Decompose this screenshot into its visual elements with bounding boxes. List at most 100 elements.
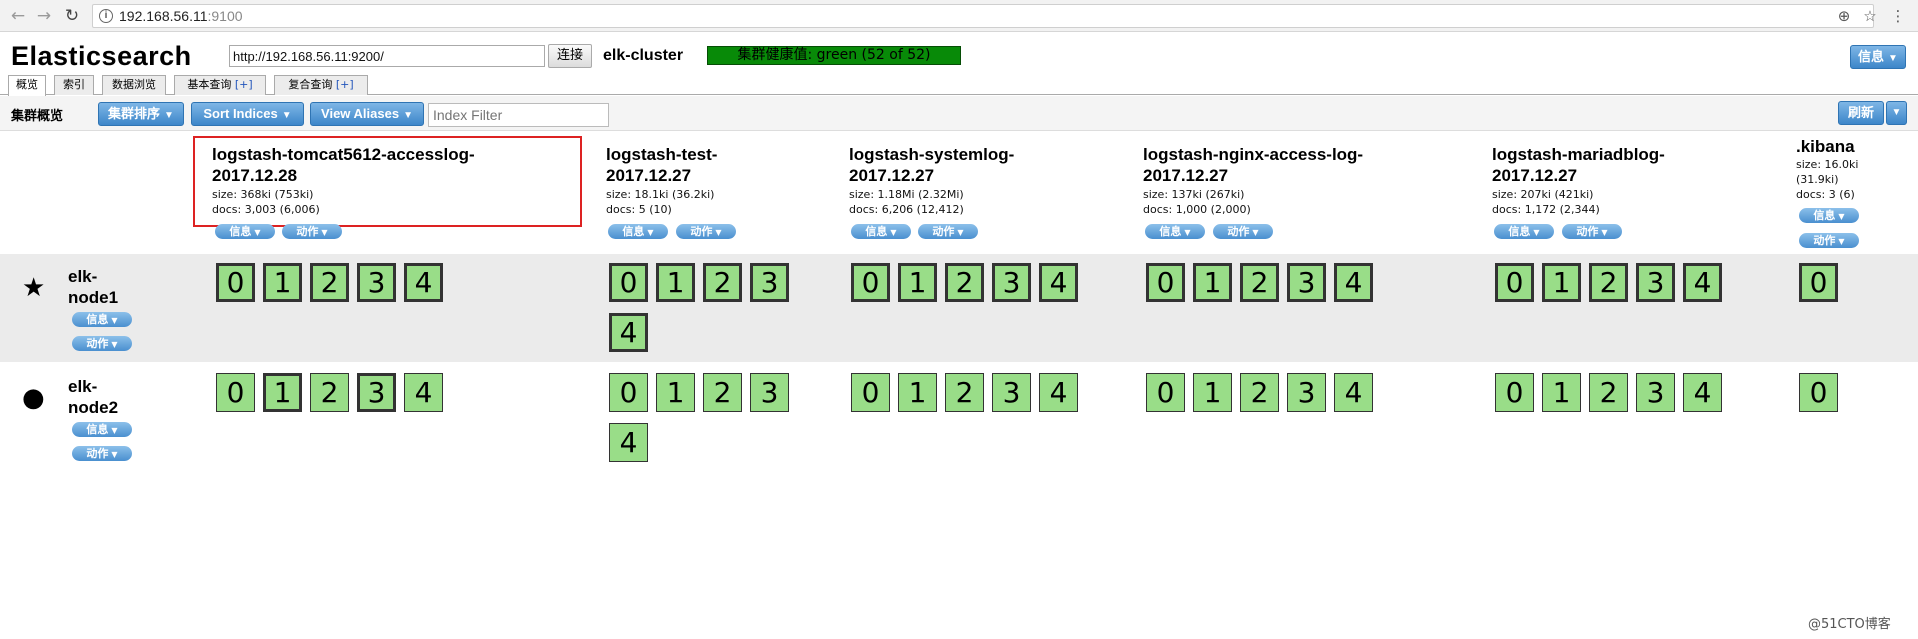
shard[interactable]: 3	[992, 373, 1031, 412]
shard[interactable]: 0	[216, 263, 255, 302]
shard[interactable]: 0	[1495, 263, 1534, 302]
shard[interactable]: 3	[750, 263, 789, 302]
tab-overview[interactable]: 概览	[8, 75, 46, 96]
shard[interactable]: 2	[1589, 263, 1628, 302]
refresh-dropdown-button[interactable]: ▼	[1886, 101, 1907, 125]
cluster-url-input[interactable]	[229, 45, 545, 67]
chevron-down-icon: ▼	[1184, 228, 1191, 237]
shard[interactable]: 0	[851, 263, 890, 302]
shard[interactable]: 1	[898, 263, 937, 302]
index-name: logstash-systemlog- 2017.12.27	[849, 145, 1015, 185]
shard[interactable]: 1	[263, 373, 302, 412]
index-action-button[interactable]: 动作 ▼	[1562, 224, 1622, 239]
star-icon: ★	[22, 273, 46, 303]
index-info-button[interactable]: 信息 ▼	[1799, 208, 1859, 223]
shard[interactable]: 2	[703, 263, 742, 302]
chevron-down-icon: ▼	[957, 228, 964, 237]
tab-basic-query[interactable]: 基本查询 [+]	[174, 75, 266, 95]
shard[interactable]: 3	[992, 263, 1031, 302]
shard[interactable]: 0	[609, 373, 648, 412]
connect-button[interactable]: 连接	[548, 44, 592, 68]
info-menu-button[interactable]: 信息 ▼	[1850, 45, 1906, 69]
node-info-button[interactable]: 信息 ▼	[72, 312, 132, 327]
shard[interactable]: 0	[1146, 373, 1185, 412]
tab-browser[interactable]: 数据浏览	[102, 75, 166, 95]
shard[interactable]: 4	[404, 263, 443, 302]
reload-icon[interactable]: ↻	[62, 6, 82, 26]
shard[interactable]: 1	[1542, 263, 1581, 302]
watermark: @51CTO博客	[1808, 617, 1891, 632]
cluster-health-badge: 集群健康值: green (52 of 52)	[707, 46, 961, 65]
shard[interactable]: 2	[703, 373, 742, 412]
shard[interactable]: 3	[1287, 263, 1326, 302]
index-stats: size: 137ki (267ki) docs: 1,000 (2,000)	[1143, 188, 1251, 216]
shard[interactable]: 2	[310, 263, 349, 302]
shard[interactable]: 1	[898, 373, 937, 412]
index-info-button[interactable]: 信息 ▼	[1145, 224, 1205, 239]
index-action-button[interactable]: 动作 ▼	[1799, 233, 1859, 248]
shard[interactable]: 1	[1542, 373, 1581, 412]
shard[interactable]: 3	[357, 373, 396, 412]
shard[interactable]: 3	[1636, 263, 1675, 302]
shard[interactable]: 2	[1240, 373, 1279, 412]
shard[interactable]: 1	[1193, 263, 1232, 302]
view-aliases-button[interactable]: View Aliases ▼	[310, 102, 424, 126]
node-action-button[interactable]: 动作 ▼	[72, 336, 132, 351]
shard[interactable]: 2	[945, 263, 984, 302]
sort-cluster-button[interactable]: 集群排序 ▼	[98, 102, 184, 126]
back-arrow-icon[interactable]: ←	[8, 6, 28, 26]
index-action-button[interactable]: 动作 ▼	[1213, 224, 1273, 239]
shard[interactable]: 4	[1039, 373, 1078, 412]
node-action-button[interactable]: 动作 ▼	[72, 446, 132, 461]
shard[interactable]: 1	[656, 373, 695, 412]
shard[interactable]: 1	[656, 263, 695, 302]
shard[interactable]: 3	[750, 373, 789, 412]
bookmark-star-icon[interactable]: ☆	[1860, 6, 1880, 26]
shard[interactable]: 3	[1636, 373, 1675, 412]
index-info-button[interactable]: 信息 ▼	[851, 224, 911, 239]
zoom-icon[interactable]: ⊕	[1834, 6, 1854, 26]
tab-compound-query[interactable]: 复合查询 [+]	[274, 75, 368, 95]
shard[interactable]: 4	[609, 313, 648, 352]
shard[interactable]: 0	[216, 373, 255, 412]
shard[interactable]: 2	[1240, 263, 1279, 302]
shard[interactable]: 2	[945, 373, 984, 412]
node-info-button[interactable]: 信息 ▼	[72, 422, 132, 437]
site-info-icon[interactable]: i	[99, 9, 113, 23]
shard[interactable]: 3	[357, 263, 396, 302]
shard[interactable]: 2	[310, 373, 349, 412]
index-filter-input[interactable]	[428, 103, 609, 127]
address-bar[interactable]: i 192.168.56.11:9100	[92, 4, 1874, 28]
shard[interactable]: 0	[609, 263, 648, 302]
sort-indices-button[interactable]: Sort Indices ▼	[191, 102, 304, 126]
shard[interactable]: 1	[263, 263, 302, 302]
index-info-button[interactable]: 信息 ▼	[215, 224, 275, 239]
chevron-down-icon: ▼	[111, 450, 118, 459]
shard[interactable]: 4	[1334, 263, 1373, 302]
shard[interactable]: 0	[1799, 263, 1838, 302]
shard[interactable]: 0	[1146, 263, 1185, 302]
shard[interactable]: 4	[1683, 373, 1722, 412]
forward-arrow-icon[interactable]: →	[34, 6, 54, 26]
shard[interactable]: 4	[1039, 263, 1078, 302]
menu-icon[interactable]: ⋮	[1888, 6, 1908, 26]
refresh-button[interactable]: 刷新	[1838, 101, 1884, 125]
shard[interactable]: 1	[1193, 373, 1232, 412]
index-info-button[interactable]: 信息 ▼	[608, 224, 668, 239]
app-title: Elasticsearch	[11, 41, 192, 71]
chevron-down-icon: ▼	[254, 228, 261, 237]
index-action-button[interactable]: 动作 ▼	[918, 224, 978, 239]
index-info-button[interactable]: 信息 ▼	[1494, 224, 1554, 239]
index-action-button[interactable]: 动作 ▼	[676, 224, 736, 239]
index-action-button[interactable]: 动作 ▼	[282, 224, 342, 239]
shard[interactable]: 0	[851, 373, 890, 412]
shard[interactable]: 2	[1589, 373, 1628, 412]
shard[interactable]: 4	[609, 423, 648, 462]
shard[interactable]: 4	[1683, 263, 1722, 302]
shard[interactable]: 0	[1495, 373, 1534, 412]
shard[interactable]: 0	[1799, 373, 1838, 412]
shard[interactable]: 4	[404, 373, 443, 412]
shard[interactable]: 4	[1334, 373, 1373, 412]
shard[interactable]: 3	[1287, 373, 1326, 412]
tab-indices[interactable]: 索引	[54, 75, 94, 95]
